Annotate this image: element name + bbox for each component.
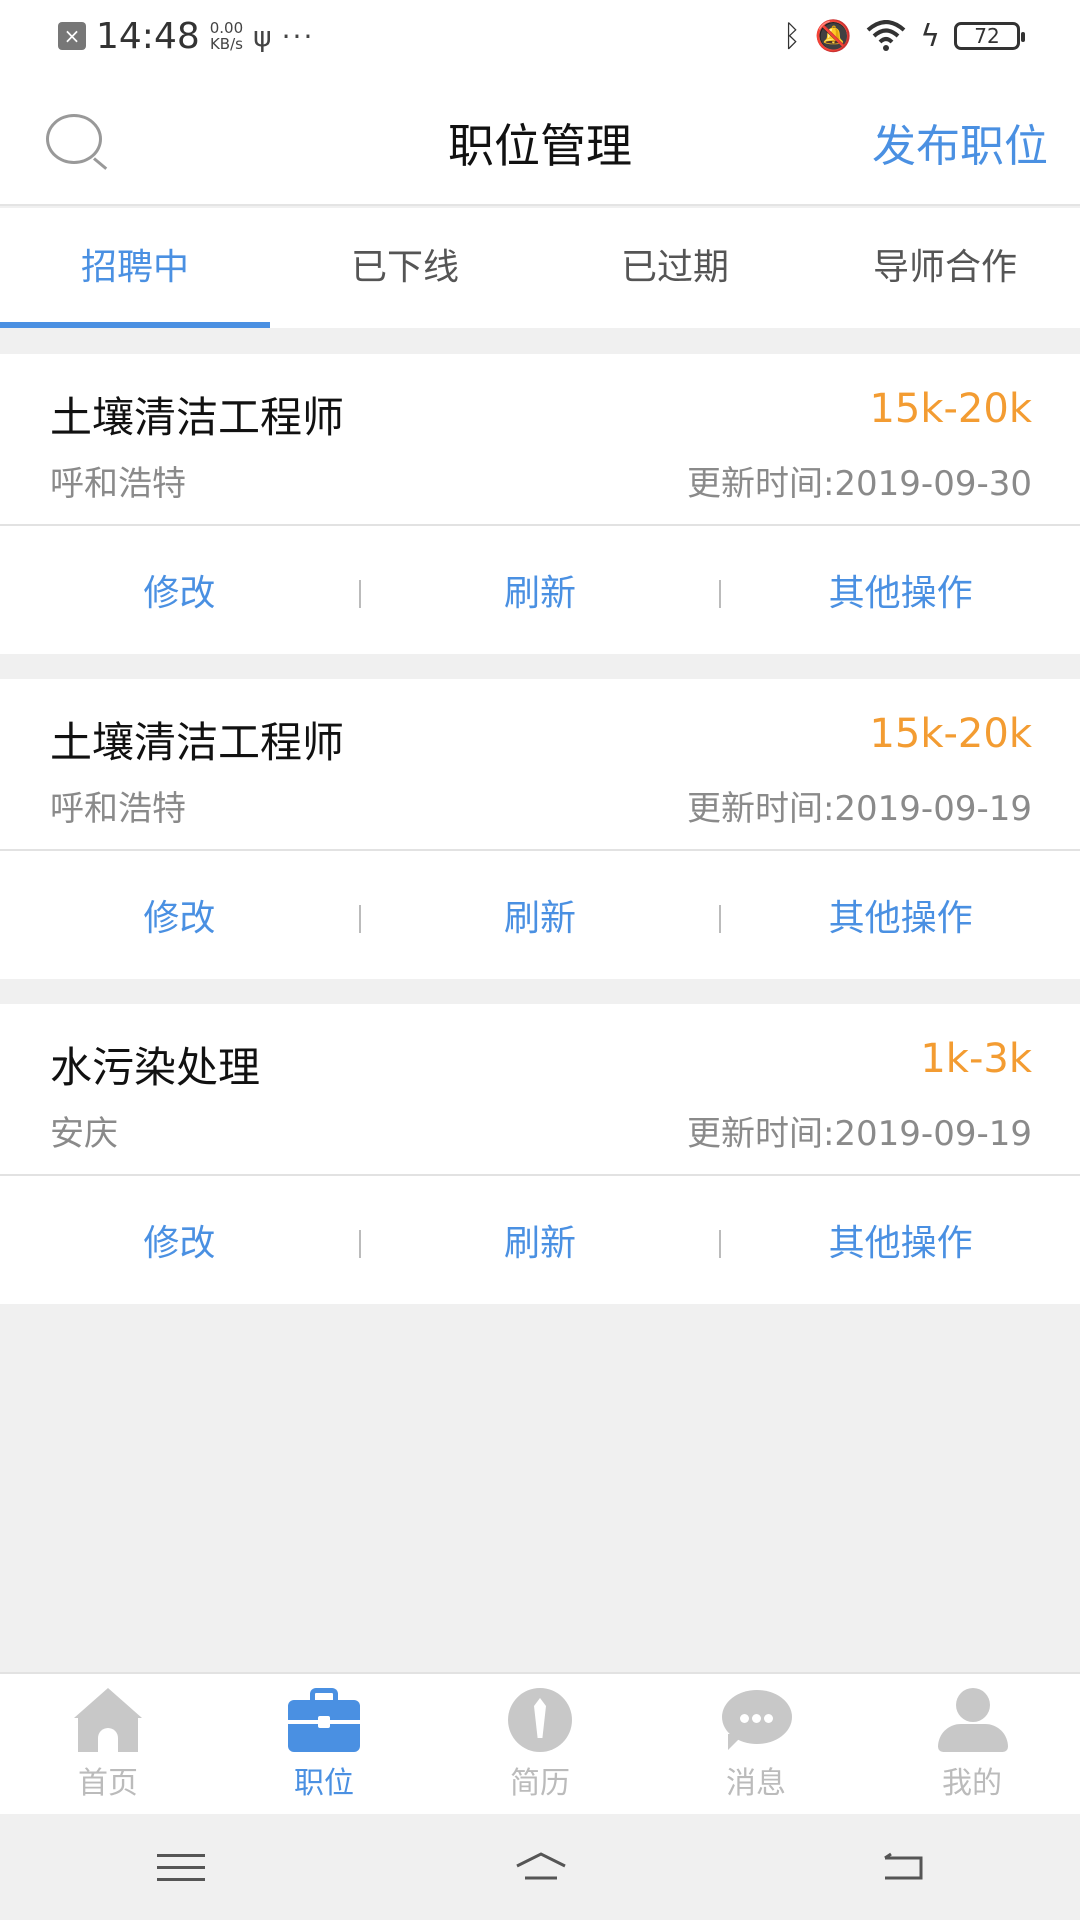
battery-level: 72 <box>974 24 1000 48</box>
home-icon <box>70 1688 146 1754</box>
top-header: 职位管理 发布职位 <box>0 70 1080 206</box>
nav-jobs[interactable]: 职位 <box>216 1674 432 1814</box>
job-actions: 修改 刷新 其他操作 <box>0 1176 1080 1304</box>
network-speed-value: 0.00 <box>209 19 244 37</box>
edit-button[interactable]: 修改 <box>0 564 359 616</box>
job-card: 水污染处理 1k-3k 安庆 更新时间:2019-09-19 修改 刷新 其他操… <box>0 1004 1080 1304</box>
status-bar: × 14:48 0.00 KB/s ψ ··· ᛒ 🔕 ϟ 72 <box>0 0 1080 70</box>
job-list: 土壤清洁工程师 15k-20k 呼和浩特 更新时间:2019-09-30 修改 … <box>0 354 1080 1329</box>
menu-icon-line <box>157 1866 205 1869</box>
job-title: 水污染处理 <box>50 1043 261 1092</box>
status-time: 14:48 <box>96 15 200 57</box>
job-actions: 修改 刷新 其他操作 <box>0 851 1080 979</box>
job-location: 呼和浩特 <box>50 464 186 504</box>
home-system-button[interactable] <box>505 1842 575 1892</box>
publish-job-button[interactable]: 发布职位 <box>872 110 1048 174</box>
job-actions: 修改 刷新 其他操作 <box>0 526 1080 654</box>
briefcase-icon <box>286 1688 362 1754</box>
more-notifications-icon: ··· <box>281 19 315 53</box>
message-icon <box>718 1688 794 1754</box>
status-right: ᛒ 🔕 ϟ 72 <box>782 14 1025 58</box>
refresh-button[interactable]: 刷新 <box>361 889 720 941</box>
charging-icon: ϟ <box>920 18 940 54</box>
job-updated-time: 更新时间:2019-09-19 <box>686 1114 1032 1154</box>
job-salary: 1k-3k <box>920 1036 1032 1082</box>
back-icon <box>884 1852 923 1880</box>
tab-expired[interactable]: 已过期 <box>540 208 810 328</box>
job-status-tabs: 招聘中 已下线 已过期 导师合作 <box>0 208 1080 328</box>
edit-button[interactable]: 修改 <box>0 889 359 941</box>
battery-indicator: 72 <box>954 22 1025 50</box>
search-button[interactable] <box>46 114 112 174</box>
job-card: 土壤清洁工程师 15k-20k 呼和浩特 更新时间:2019-09-30 修改 … <box>0 354 1080 654</box>
refresh-button[interactable]: 刷新 <box>361 1214 720 1266</box>
menu-icon-line <box>157 1878 205 1881</box>
job-location: 呼和浩特 <box>50 789 186 829</box>
back-button[interactable] <box>865 1842 935 1892</box>
bottom-navigation: 首页 职位 简历 消息 我的 <box>0 1672 1080 1814</box>
mute-bell-icon: 🔕 <box>814 18 853 54</box>
nav-home-label: 首页 <box>78 1766 138 1801</box>
profile-icon <box>934 1688 1010 1754</box>
more-actions-button[interactable]: 其他操作 <box>721 564 1080 616</box>
job-title: 土壤清洁工程师 <box>50 718 345 767</box>
nav-messages-label: 消息 <box>726 1766 786 1801</box>
tab-recruiting[interactable]: 招聘中 <box>0 208 270 328</box>
nav-profile-label: 我的 <box>942 1766 1002 1801</box>
menu-button[interactable] <box>145 1842 215 1892</box>
job-card: 土壤清洁工程师 15k-20k 呼和浩特 更新时间:2019-09-19 修改 … <box>0 679 1080 979</box>
more-actions-button[interactable]: 其他操作 <box>721 1214 1080 1266</box>
menu-icon <box>157 1854 205 1857</box>
job-card-info[interactable]: 土壤清洁工程师 15k-20k 呼和浩特 更新时间:2019-09-19 <box>0 679 1080 851</box>
status-left: × 14:48 0.00 KB/s ψ ··· <box>58 14 314 58</box>
search-icon-handle <box>93 157 108 170</box>
nav-jobs-label: 职位 <box>294 1766 354 1801</box>
more-actions-button[interactable]: 其他操作 <box>721 889 1080 941</box>
search-icon <box>46 114 102 164</box>
wifi-icon <box>866 20 906 51</box>
job-salary: 15k-20k <box>869 711 1032 757</box>
home-chevron-icon <box>516 1852 566 1880</box>
job-card-info[interactable]: 水污染处理 1k-3k 安庆 更新时间:2019-09-19 <box>0 1004 1080 1176</box>
nav-profile[interactable]: 我的 <box>864 1674 1080 1814</box>
resume-icon <box>502 1688 578 1754</box>
system-navigation-bar <box>0 1814 1080 1920</box>
usb-icon: ψ <box>253 19 272 53</box>
job-location: 安庆 <box>50 1114 118 1154</box>
network-speed: 0.00 KB/s <box>210 20 243 52</box>
refresh-button[interactable]: 刷新 <box>361 564 720 616</box>
job-updated-time: 更新时间:2019-09-30 <box>686 464 1032 504</box>
nav-resume-label: 简历 <box>510 1766 570 1801</box>
edit-button[interactable]: 修改 <box>0 1214 359 1266</box>
nav-resume[interactable]: 简历 <box>432 1674 648 1814</box>
tab-offline[interactable]: 已下线 <box>270 208 540 328</box>
bluetooth-icon: ᛒ <box>782 18 801 54</box>
network-speed-unit: KB/s <box>209 35 243 53</box>
job-salary: 15k-20k <box>869 386 1032 432</box>
job-card-info[interactable]: 土壤清洁工程师 15k-20k 呼和浩特 更新时间:2019-09-30 <box>0 354 1080 526</box>
job-title: 土壤清洁工程师 <box>50 393 345 442</box>
nav-home[interactable]: 首页 <box>0 1674 216 1814</box>
tab-mentor-cooperation[interactable]: 导师合作 <box>810 208 1080 328</box>
job-updated-time: 更新时间:2019-09-19 <box>686 789 1032 829</box>
notification-close-icon: × <box>58 22 86 50</box>
nav-messages[interactable]: 消息 <box>648 1674 864 1814</box>
